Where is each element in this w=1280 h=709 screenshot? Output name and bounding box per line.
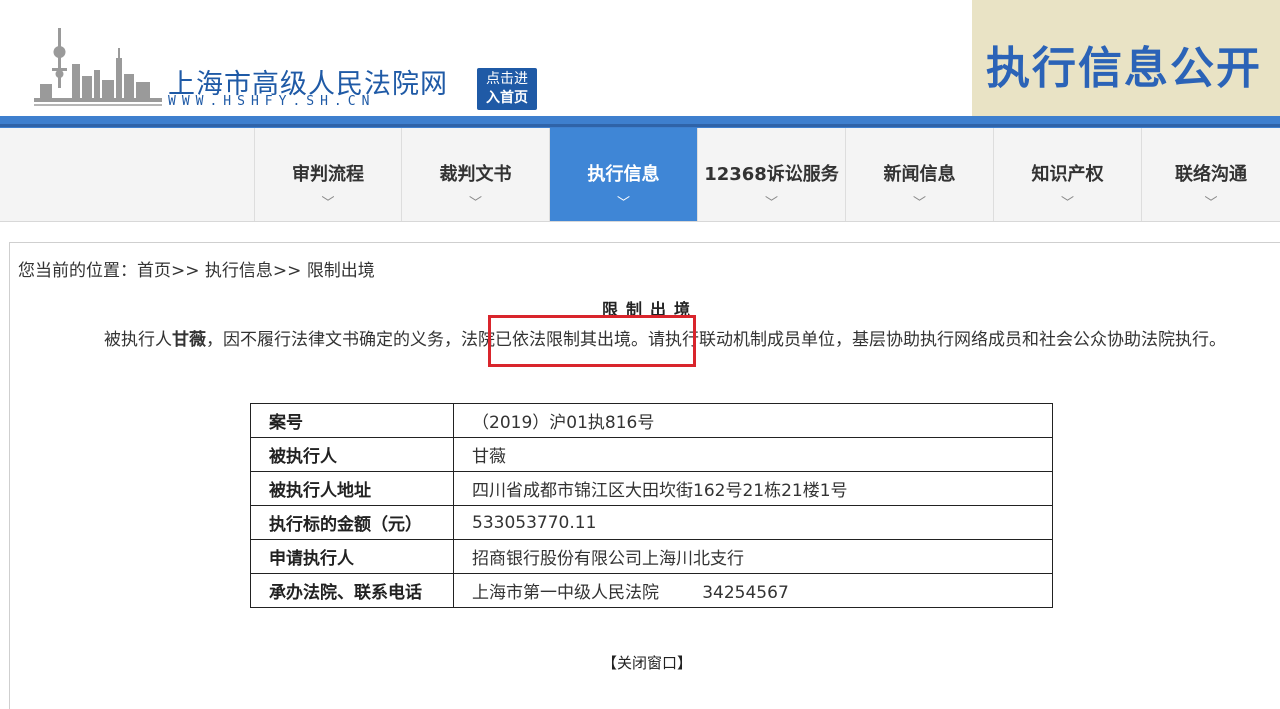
- table-row: 案号 （2019）沪01执816号: [250, 403, 1053, 438]
- notice-text-before: 被执行人: [104, 330, 172, 350]
- table-key-cell: 被执行人: [250, 437, 454, 472]
- notice-text-after: 。请执行联动机制成员单位，基层协助执行网络成员和社会公众协助法院执行。: [631, 330, 1226, 350]
- case-info-table: 案号 （2019）沪01执816号 被执行人 甘薇 被执行人地址 四川省成都市锦…: [250, 403, 1053, 608]
- close-window-link[interactable]: 【关闭窗口】: [602, 652, 692, 673]
- chevron-down-icon: ﹀: [912, 196, 926, 211]
- nav-item-label: 联络沟通: [1175, 164, 1247, 185]
- notice-text-mid: ，因不履行法律文书确定的义务，: [206, 330, 461, 350]
- table-key-cell: 被执行人地址: [250, 471, 454, 506]
- breadcrumb: 您当前的位置：首页>> 执行信息>> 限制出境: [18, 256, 375, 281]
- breadcrumb-home[interactable]: 首页: [137, 261, 171, 281]
- table-row: 被执行人地址 四川省成都市锦江区大田坎街162号21栋21楼1号: [250, 471, 1053, 506]
- table-row: 执行标的金额（元） 533053770.11: [250, 505, 1053, 540]
- table-key-cell: 案号: [250, 403, 454, 438]
- nav-item-label: 裁判文书: [439, 164, 512, 185]
- breadcrumb-current: 限制出境: [306, 261, 375, 281]
- table-value-cell: 招商银行股份有限公司上海川北支行: [453, 539, 1053, 574]
- nav-item-judgments[interactable]: 裁判文书 ﹀: [402, 128, 550, 221]
- nav-item-label: 新闻信息: [883, 164, 956, 185]
- nav-item-news[interactable]: 新闻信息 ﹀: [846, 128, 994, 221]
- nav-item-label: 执行信息: [587, 164, 660, 185]
- breadcrumb-prefix: 您当前的位置：: [18, 261, 137, 281]
- chevron-down-icon: ﹀: [1204, 196, 1218, 211]
- enter-button-line1: 点击进: [486, 71, 528, 87]
- table-value-cell: 甘薇: [453, 437, 1053, 472]
- debtor-name: 甘薇: [172, 330, 206, 350]
- banner-title: 执行信息公开: [986, 43, 1262, 94]
- chevron-down-icon: ﹀: [468, 196, 482, 211]
- main-nav: 审判流程 ﹀ 裁判文书 ﹀ 执行信息 ﹀ 12368诉讼服务 ﹀ 新闻信息 ﹀ …: [0, 128, 1280, 222]
- nav-item-label: 知识产权: [1031, 164, 1104, 185]
- table-row: 被执行人 甘薇: [250, 437, 1053, 472]
- header-divider-line: [0, 124, 1280, 127]
- breadcrumb-separator: >>: [171, 261, 200, 281]
- table-value-cell: 四川省成都市锦江区大田坎街162号21栋21楼1号: [453, 471, 1053, 506]
- chevron-down-icon: ﹀: [764, 196, 778, 211]
- chevron-down-icon: ﹀: [1060, 196, 1074, 211]
- table-value-cell: （2019）沪01执816号: [453, 403, 1053, 438]
- site-url[interactable]: WWW.HSHFY.SH.CN: [168, 94, 375, 109]
- banner: 执行信息公开: [972, 0, 1280, 118]
- table-key-cell: 承办法院、联系电话: [250, 573, 454, 608]
- table-row: 承办法院、联系电话 上海市第一中级人民法院 34254567: [250, 573, 1053, 608]
- table-value-cell: 533053770.11: [453, 505, 1053, 540]
- table-key-cell: 申请执行人: [250, 539, 454, 574]
- enter-homepage-button[interactable]: 点击进 入首页: [477, 68, 537, 110]
- enter-button-line2: 入首页: [486, 90, 528, 106]
- nav-item-contact[interactable]: 联络沟通 ﹀: [1142, 128, 1280, 221]
- nav-item-12368-service[interactable]: 12368诉讼服务 ﹀: [698, 128, 846, 221]
- table-key-cell: 执行标的金额（元）: [250, 505, 454, 540]
- nav-item-enforcement-info[interactable]: 执行信息 ﹀: [550, 128, 698, 221]
- table-value-cell: 上海市第一中级人民法院 34254567: [453, 573, 1053, 608]
- table-row: 申请执行人 招商银行股份有限公司上海川北支行: [250, 539, 1053, 574]
- shanghai-skyline-logo: [34, 28, 162, 106]
- chevron-down-icon: ﹀: [616, 196, 630, 211]
- nav-item-ip[interactable]: 知识产权 ﹀: [994, 128, 1142, 221]
- nav-item-label: 12368诉讼服务: [704, 164, 839, 185]
- breadcrumb-separator: >>: [272, 261, 302, 281]
- site-header: 上海市高级人民法院网 WWW.HSHFY.SH.CN 点击进 入首页 执行信息公…: [0, 0, 1280, 118]
- nav-item-label: 审判流程: [292, 164, 364, 185]
- nav-item-trial-process[interactable]: 审判流程 ﹀: [254, 128, 402, 221]
- highlight-annotation-box: [488, 315, 696, 367]
- chevron-down-icon: ﹀: [321, 196, 335, 211]
- breadcrumb-section[interactable]: 执行信息: [205, 261, 273, 281]
